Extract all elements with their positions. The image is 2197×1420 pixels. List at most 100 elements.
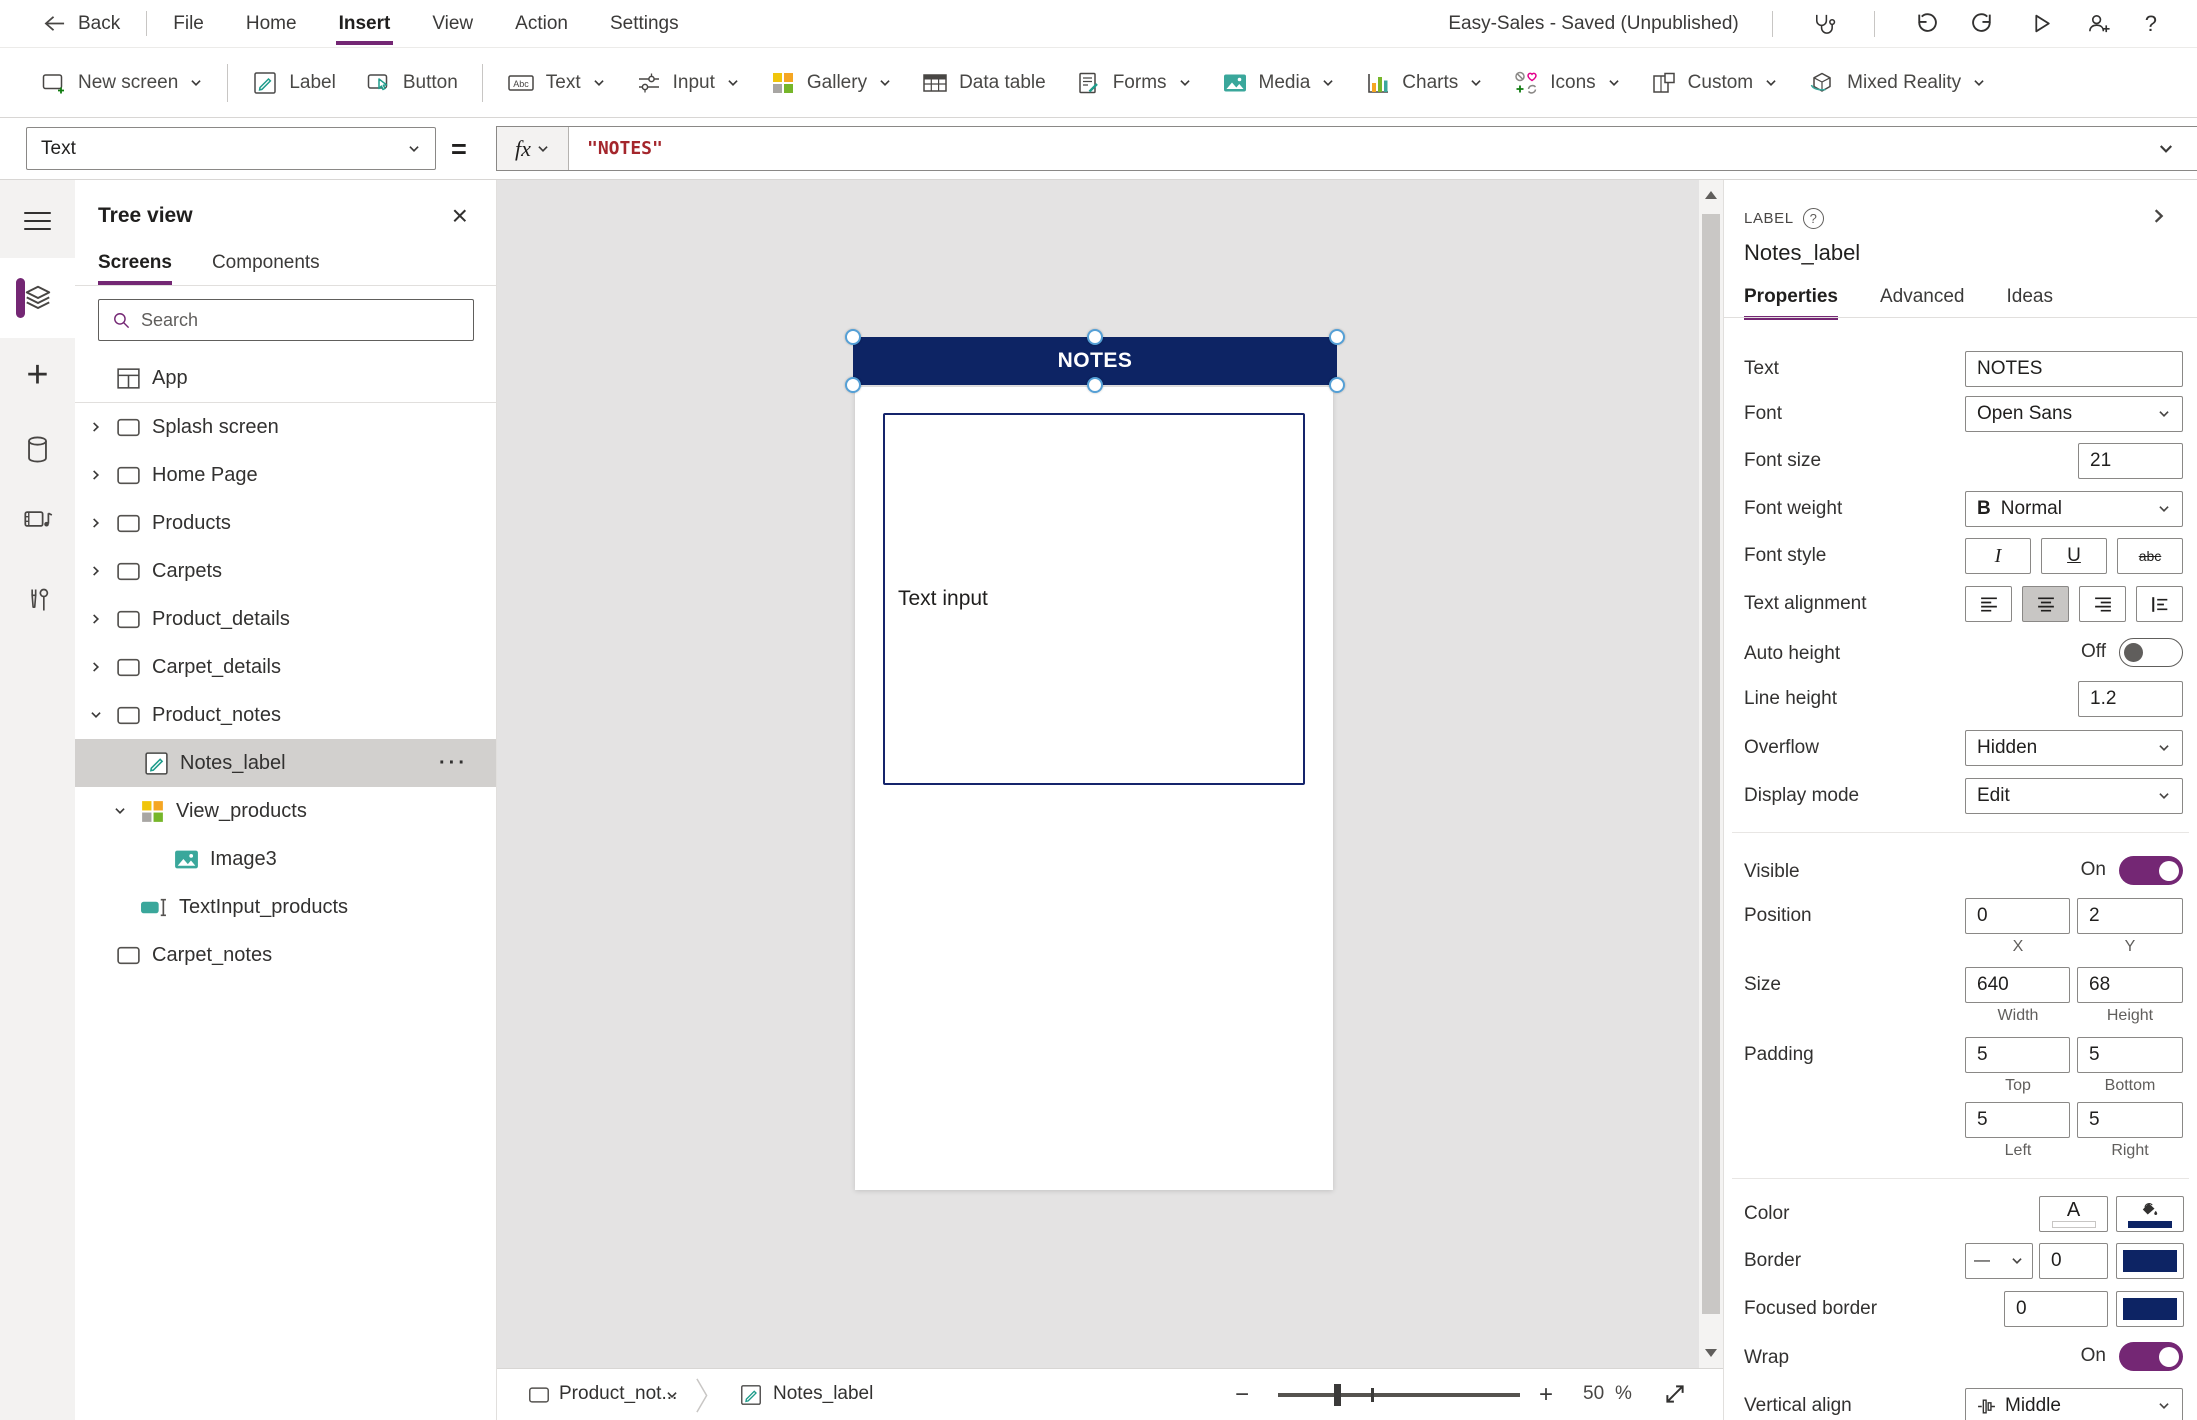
fill-color-button[interactable] bbox=[2116, 1196, 2184, 1232]
auto-height-toggle[interactable] bbox=[2119, 638, 2183, 667]
rail-data-button[interactable] bbox=[0, 421, 75, 477]
media-menu[interactable]: Media bbox=[1207, 48, 1351, 117]
visible-toggle[interactable] bbox=[2119, 856, 2183, 885]
text-menu[interactable]: Text bbox=[492, 48, 621, 117]
tab-properties[interactable]: Properties bbox=[1744, 286, 1838, 320]
charts-menu[interactable]: Charts bbox=[1350, 48, 1498, 117]
tree-item-home-page[interactable]: Home Page bbox=[75, 451, 496, 499]
tab-advanced[interactable]: Advanced bbox=[1880, 286, 1965, 320]
position-y-input[interactable]: 2 bbox=[2077, 898, 2183, 934]
tab-components[interactable]: Components bbox=[212, 252, 320, 285]
padding-bottom-input[interactable]: 5 bbox=[2077, 1037, 2183, 1073]
hamburger-menu-button[interactable] bbox=[0, 193, 75, 249]
tree-item-carpet-details[interactable]: Carpet_details bbox=[75, 643, 496, 691]
preview-play-icon[interactable] bbox=[2029, 11, 2054, 36]
underline-button[interactable]: U bbox=[2041, 538, 2107, 574]
design-canvas[interactable]: NOTES Text input bbox=[497, 180, 1699, 1368]
focused-border-color-button[interactable] bbox=[2116, 1291, 2184, 1327]
zoom-slider[interactable] bbox=[1278, 1393, 1520, 1397]
tab-screens[interactable]: Screens bbox=[98, 252, 172, 285]
padding-right-input[interactable]: 5 bbox=[2077, 1102, 2183, 1138]
chevron-right-icon[interactable] bbox=[89, 564, 103, 578]
screen-selector[interactable]: Product_not... bbox=[559, 1383, 677, 1405]
zoom-in-button[interactable]: + bbox=[1539, 1381, 1553, 1409]
display-mode-dropdown[interactable]: Edit bbox=[1965, 778, 2183, 814]
fit-to-window-icon[interactable] bbox=[1663, 1382, 1687, 1406]
back-button[interactable]: Back bbox=[0, 0, 141, 47]
resize-handle-top-left[interactable] bbox=[845, 329, 861, 345]
formula-input[interactable]: "NOTES" bbox=[569, 127, 2135, 170]
search-input[interactable] bbox=[141, 310, 460, 331]
canvas-scrollbar[interactable] bbox=[1699, 180, 1723, 1368]
menu-item-insert[interactable]: Insert bbox=[318, 0, 412, 47]
undo-icon[interactable] bbox=[1913, 11, 1938, 36]
resize-handle-top-right[interactable] bbox=[1329, 329, 1345, 345]
property-selector[interactable]: Text bbox=[26, 127, 436, 170]
data-table-button[interactable]: Data table bbox=[907, 48, 1061, 117]
forms-menu[interactable]: Forms bbox=[1061, 48, 1207, 117]
tree-item-carpet-notes[interactable]: Carpet_notes bbox=[75, 931, 496, 979]
rail-insert-button[interactable]: + bbox=[0, 347, 75, 403]
text-input-control[interactable]: Text input bbox=[883, 413, 1305, 785]
border-style-dropdown[interactable]: — bbox=[1965, 1243, 2033, 1279]
resize-handle-bottom-right[interactable] bbox=[1329, 377, 1345, 393]
line-height-input[interactable]: 1.2 bbox=[2078, 681, 2183, 717]
app-checker-icon[interactable] bbox=[1811, 11, 1836, 36]
chevron-right-icon[interactable] bbox=[89, 660, 103, 674]
help-circle-icon[interactable]: ? bbox=[1803, 208, 1824, 229]
chevron-down-icon[interactable] bbox=[665, 1388, 679, 1402]
wrap-toggle[interactable] bbox=[2119, 1342, 2183, 1371]
font-weight-dropdown[interactable]: B Normal bbox=[1965, 491, 2183, 527]
label-button[interactable]: Label bbox=[237, 48, 351, 117]
font-size-input[interactable]: 21 bbox=[2078, 443, 2183, 479]
vertical-align-dropdown[interactable]: Middle bbox=[1965, 1388, 2183, 1420]
resize-handle-top-center[interactable] bbox=[1087, 329, 1103, 345]
overflow-dropdown[interactable]: Hidden bbox=[1965, 730, 2183, 766]
icons-menu[interactable]: Icons bbox=[1498, 48, 1635, 117]
italic-button[interactable]: I bbox=[1965, 538, 2031, 574]
new-screen-button[interactable]: New screen bbox=[26, 48, 218, 117]
menu-item-view[interactable]: View bbox=[411, 0, 494, 47]
chevron-right-icon[interactable] bbox=[89, 516, 103, 530]
chevron-down-icon[interactable] bbox=[113, 804, 127, 818]
size-width-input[interactable]: 640 bbox=[1965, 967, 2070, 1003]
help-icon[interactable]: ? bbox=[2145, 11, 2157, 37]
scroll-up-icon[interactable] bbox=[1705, 191, 1717, 199]
strikethrough-button[interactable]: abc bbox=[2117, 538, 2183, 574]
text-value-input[interactable]: NOTES bbox=[1965, 351, 2183, 387]
zoom-out-button[interactable]: − bbox=[1235, 1381, 1249, 1409]
resize-handle-bottom-left[interactable] bbox=[845, 377, 861, 393]
align-left-button[interactable] bbox=[1965, 586, 2012, 622]
align-justify-button[interactable] bbox=[2136, 586, 2183, 622]
share-person-icon[interactable] bbox=[2087, 11, 2112, 36]
border-weight-input[interactable]: 0 bbox=[2039, 1243, 2108, 1279]
size-height-input[interactable]: 68 bbox=[2077, 967, 2183, 1003]
tab-ideas[interactable]: Ideas bbox=[2007, 286, 2053, 320]
button-button[interactable]: Button bbox=[351, 48, 473, 117]
tree-item-product-details[interactable]: Product_details bbox=[75, 595, 496, 643]
rail-media-button[interactable] bbox=[0, 491, 75, 547]
text-color-button[interactable]: A bbox=[2039, 1196, 2108, 1232]
formula-expand-button[interactable] bbox=[2135, 127, 2197, 170]
redo-icon[interactable] bbox=[1971, 11, 1996, 36]
tree-item-splash-screen[interactable]: Splash screen bbox=[75, 403, 496, 451]
selected-control-breadcrumb[interactable]: Notes_label bbox=[773, 1383, 873, 1405]
close-icon[interactable]: × bbox=[452, 206, 468, 226]
collapse-panel-chevron-icon[interactable] bbox=[2149, 206, 2169, 226]
menu-item-file[interactable]: File bbox=[152, 0, 225, 47]
chevron-right-icon[interactable] bbox=[89, 420, 103, 434]
custom-menu[interactable]: Custom bbox=[1636, 48, 1793, 117]
chevron-right-icon[interactable] bbox=[89, 468, 103, 482]
tree-search-box[interactable] bbox=[98, 299, 474, 341]
scrollbar-thumb[interactable] bbox=[1702, 214, 1720, 1314]
font-dropdown[interactable]: Open Sans bbox=[1965, 396, 2183, 432]
input-menu[interactable]: Input bbox=[621, 48, 755, 117]
scroll-down-icon[interactable] bbox=[1705, 1349, 1717, 1357]
tree-item-carpets[interactable]: Carpets bbox=[75, 547, 496, 595]
position-x-input[interactable]: 0 bbox=[1965, 898, 2070, 934]
menu-item-action[interactable]: Action bbox=[494, 0, 589, 47]
mixed-reality-menu[interactable]: Mixed Reality bbox=[1793, 48, 2001, 117]
padding-top-input[interactable]: 5 bbox=[1965, 1037, 2070, 1073]
tree-item-textinput-products[interactable]: TextInput_products bbox=[75, 883, 496, 931]
rail-tree-view-button[interactable] bbox=[0, 258, 75, 338]
